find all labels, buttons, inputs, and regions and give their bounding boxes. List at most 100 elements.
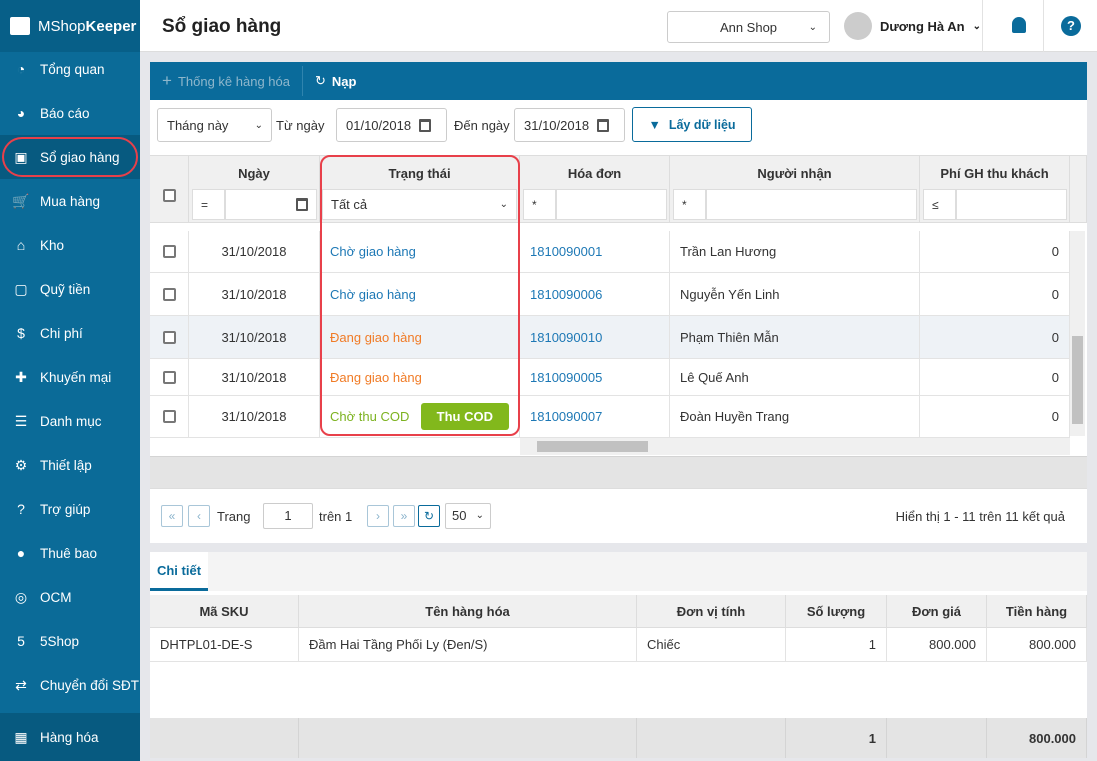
- sidebar-item[interactable]: ⚙ Thiết lập: [0, 443, 140, 487]
- recipient-filter-input[interactable]: [706, 189, 917, 220]
- sidebar-item[interactable]: ⇄ Chuyển đổi SĐT: [0, 663, 140, 707]
- scrollbar-thumb[interactable]: [537, 441, 648, 452]
- detail-column-header[interactable]: Đơn vị tính: [637, 595, 786, 628]
- column-header-more: [1070, 156, 1087, 223]
- help-icon[interactable]: ?: [1061, 16, 1081, 36]
- logo[interactable]: MShopKeeper: [0, 0, 140, 52]
- first-page-button[interactable]: «: [161, 505, 183, 527]
- table-row[interactable]: 31/10/2018 Chờ thu COD Thu COD 1810090007…: [150, 396, 1070, 438]
- table-row[interactable]: 31/10/2018 Đang giao hàng 1810090005 Lê …: [150, 359, 1070, 396]
- page-input[interactable]: 1: [263, 503, 313, 529]
- filter-icon: ▼: [648, 117, 661, 132]
- sidebar-item[interactable]: ☰ Danh mục: [0, 399, 140, 443]
- calendar-icon[interactable]: [419, 118, 432, 132]
- detail-column-header[interactable]: Tiền hàng: [987, 595, 1087, 628]
- sidebar-item[interactable]: ● Thuê bao: [0, 531, 140, 575]
- stats-button[interactable]: + Thống kê hàng hóa: [150, 62, 302, 100]
- next-page-button[interactable]: ›: [367, 505, 389, 527]
- recipient-filter-op[interactable]: *: [673, 189, 706, 220]
- detail-column-header[interactable]: Tên hàng hóa: [299, 595, 637, 628]
- from-date: 01/10/2018: [346, 117, 412, 133]
- cell-invoice-link[interactable]: 1810090005: [520, 359, 670, 395]
- sidebar-item[interactable]: ⌂ Kho: [0, 223, 140, 267]
- cell-fee: 0: [920, 359, 1070, 395]
- row-checkbox[interactable]: [163, 287, 176, 301]
- detail-column-header[interactable]: Số lượng: [786, 595, 887, 628]
- fee-filter-op[interactable]: ≤: [923, 189, 956, 220]
- user-menu[interactable]: Dương Hà An ⌄: [844, 12, 981, 40]
- sidebar-item[interactable]: ◎ OCM: [0, 575, 140, 619]
- bell-icon[interactable]: [1012, 17, 1026, 33]
- detail-column-header[interactable]: Đơn giá: [887, 595, 987, 628]
- cell-invoice-link[interactable]: 1810090007: [520, 396, 670, 437]
- cell-fee: 0: [920, 231, 1070, 272]
- period-select[interactable]: Tháng này ⌄: [157, 108, 272, 142]
- sidebar-item-hang-hoa[interactable]: ▦ Hàng hóa: [0, 713, 140, 761]
- sidebar-item-label: Danh mục: [40, 413, 102, 429]
- refresh-icon: ↻: [314, 73, 326, 88]
- calendar-icon[interactable]: [597, 118, 610, 132]
- sidebar-item[interactable]: ▢ Quỹ tiền: [0, 267, 140, 311]
- pie-chart-icon: ◕: [16, 105, 26, 121]
- user-name: Dương Hà An: [880, 18, 965, 34]
- sidebar-item[interactable]: 5 5Shop: [0, 619, 140, 663]
- shop-select[interactable]: Ann Shop ⌄: [667, 11, 830, 43]
- sidebar-item[interactable]: ✚ Khuyến mại: [0, 355, 140, 399]
- sidebar-item[interactable]: 🛒 Mua hàng: [0, 179, 140, 223]
- cell-recipient: Đoàn Huyền Trang: [670, 396, 920, 437]
- invoice-filter-op[interactable]: *: [523, 189, 556, 220]
- column-header-recipient[interactable]: Người nhận *: [670, 156, 920, 223]
- scrollbar-thumb[interactable]: [1072, 336, 1083, 424]
- table-row[interactable]: 31/10/2018 Đang giao hàng 1810090010 Phạ…: [150, 316, 1070, 359]
- reload-label: Nạp: [331, 73, 357, 89]
- sidebar-item-label: Mua hàng: [40, 193, 101, 209]
- get-data-button[interactable]: ▼ Lấy dữ liệu: [632, 107, 752, 142]
- detail-column-header[interactable]: Mã SKU: [150, 595, 299, 628]
- cell-date: 31/10/2018: [189, 396, 320, 437]
- column-header-fee[interactable]: Phí GH thu khách ≤: [920, 156, 1070, 223]
- detail-cell: Chiếc: [637, 628, 786, 662]
- invoice-filter-input[interactable]: [556, 189, 667, 220]
- page-size-select[interactable]: 50 ⌄: [445, 503, 491, 529]
- reload-button[interactable]: ↻ Nạp: [303, 62, 368, 100]
- vertical-scrollbar[interactable]: [1070, 231, 1085, 436]
- cell-invoice-link[interactable]: 1810090006: [520, 273, 670, 315]
- calendar-icon[interactable]: [296, 198, 308, 211]
- sidebar-item-label: Quỹ tiền: [40, 281, 91, 297]
- to-label: Đến ngày: [454, 118, 510, 133]
- horizontal-scrollbar[interactable]: [520, 438, 1070, 455]
- select-all-checkbox[interactable]: [163, 189, 176, 202]
- sidebar-item[interactable]: $ Chi phí: [0, 311, 140, 355]
- table-row[interactable]: 31/10/2018 Chờ giao hàng 1810090001 Trần…: [150, 231, 1070, 273]
- row-checkbox[interactable]: [163, 410, 176, 423]
- help-icon: ?: [17, 501, 25, 517]
- row-checkbox[interactable]: [163, 370, 176, 384]
- from-date-input[interactable]: 01/10/2018: [336, 108, 447, 142]
- sidebar-item[interactable]: ◕ Báo cáo: [0, 91, 140, 135]
- column-header-invoice[interactable]: Hóa đơn *: [520, 156, 670, 223]
- sidebar-item[interactable]: ? Trợ giúp: [0, 487, 140, 531]
- get-data-label: Lấy dữ liệu: [668, 117, 736, 132]
- stats-label: Thống kê hàng hóa: [177, 73, 290, 89]
- header: Sổ giao hàng Ann Shop ⌄ Dương Hà An ⌄ ?: [140, 0, 1097, 52]
- to-date-input[interactable]: 31/10/2018: [514, 108, 625, 142]
- cell-recipient: Phạm Thiên Mẫn: [670, 316, 920, 358]
- tab-detail[interactable]: Chi tiết: [150, 552, 208, 591]
- column-header-date[interactable]: Ngày =: [189, 156, 320, 223]
- brand-light: MShop: [38, 17, 86, 35]
- row-checkbox[interactable]: [163, 330, 176, 344]
- date-filter-op[interactable]: =: [192, 189, 225, 220]
- sidebar-item[interactable]: ◔ Tổng quan: [0, 47, 140, 91]
- table-row[interactable]: 31/10/2018 Chờ giao hàng 1810090006 Nguy…: [150, 273, 1070, 316]
- refresh-button[interactable]: ↻: [418, 505, 440, 527]
- last-page-button[interactable]: »: [393, 505, 415, 527]
- row-select: [150, 273, 189, 315]
- date-filter-input[interactable]: [225, 189, 317, 220]
- prev-page-button[interactable]: ‹: [188, 505, 210, 527]
- detail-cell: Đầm Hai Tầng Phối Ly (Đen/S): [299, 628, 637, 662]
- cell-invoice-link[interactable]: 1810090010: [520, 316, 670, 358]
- row-checkbox[interactable]: [163, 245, 176, 258]
- cell-invoice-link[interactable]: 1810090001: [520, 231, 670, 272]
- fee-filter-input[interactable]: [956, 189, 1067, 220]
- cell-fee: 0: [920, 396, 1070, 437]
